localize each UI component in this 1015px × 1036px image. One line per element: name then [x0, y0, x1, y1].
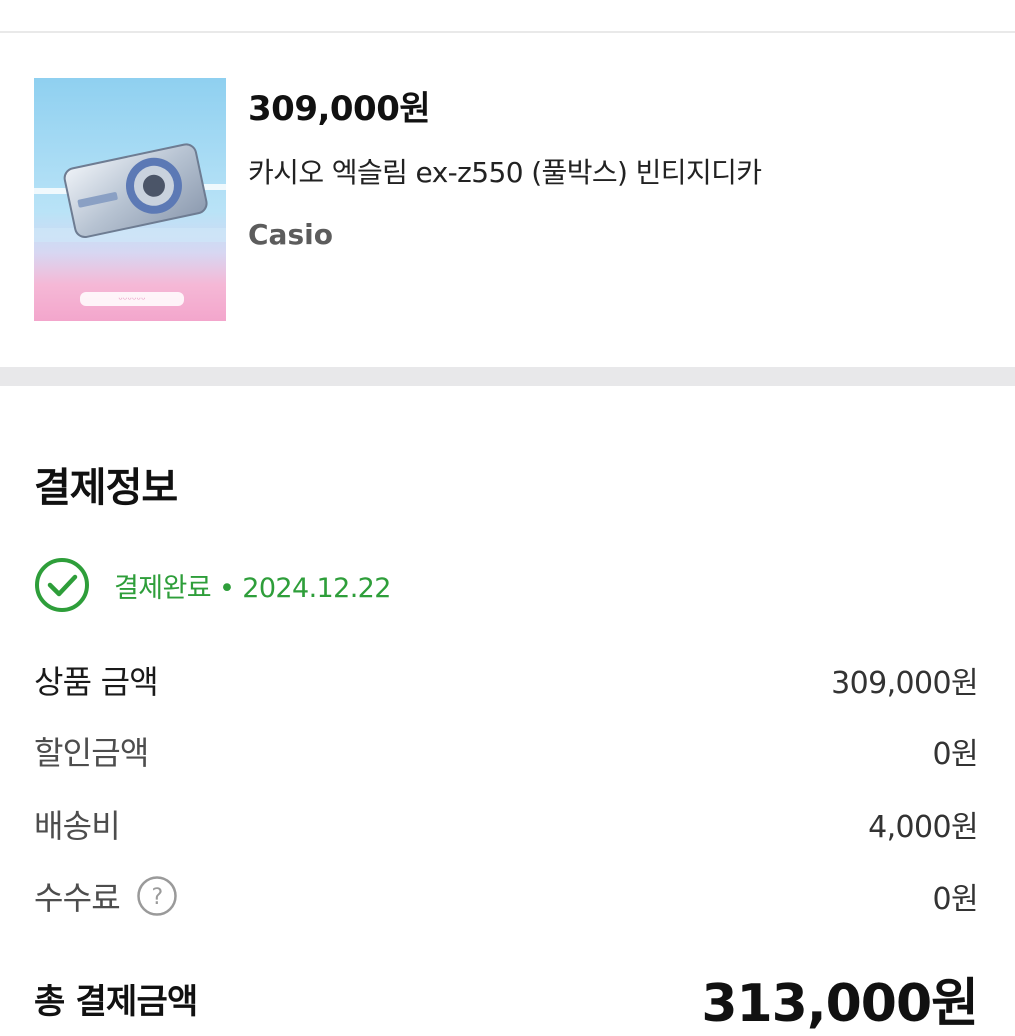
check-circle-icon — [35, 558, 89, 612]
product-title[interactable]: 카시오 엑슬림 ex-z550 (풀박스) 빈티지디카 — [248, 151, 762, 191]
total-payment-row: 총 결제금액 313,000원 — [34, 963, 979, 1034]
row-label-group: 수수료 ? — [34, 873, 178, 919]
help-circle-icon[interactable]: ? — [136, 875, 178, 917]
row-service-fee: 수수료 ? 0원 — [34, 873, 979, 919]
row-shipping-fee: 배송비 4,000원 — [34, 801, 979, 847]
row-label: 배송비 — [34, 807, 121, 845]
row-value: 4,000원 — [868, 810, 978, 845]
product-card[interactable]: ᵕᵕᵕᵕᵕᵕ 309,000원 카시오 엑슬림 ex-z550 (풀박스) 빈티… — [0, 33, 1015, 367]
row-label: 할인금액 — [34, 734, 149, 772]
row-label: 수수료 — [34, 879, 121, 917]
row-product-amount: 상품 금액 309,000원 — [34, 657, 979, 703]
total-payment-label: 총 결제금액 — [34, 981, 198, 1022]
section-divider — [0, 367, 1015, 386]
row-value: 0원 — [932, 882, 979, 917]
total-payment-value: 313,000원 — [701, 973, 979, 1034]
row-value: 0원 — [932, 737, 979, 772]
product-brand: Casio — [248, 218, 333, 251]
payment-status: 결제완료 • 2024.12.22 — [34, 557, 391, 613]
row-value: 309,000원 — [831, 666, 978, 701]
product-image[interactable]: ᵕᵕᵕᵕᵕᵕ — [34, 78, 226, 321]
row-label: 상품 금액 — [34, 663, 159, 701]
row-discount-amount: 할인금액 0원 — [34, 728, 979, 774]
product-price: 309,000원 — [248, 89, 431, 129]
product-image-caption: ᵕᵕᵕᵕᵕᵕ — [118, 293, 145, 306]
payment-section-title: 결제정보 — [34, 465, 178, 511]
svg-text:?: ? — [151, 885, 162, 910]
payment-status-text: 결제완료 • 2024.12.22 — [114, 572, 391, 604]
